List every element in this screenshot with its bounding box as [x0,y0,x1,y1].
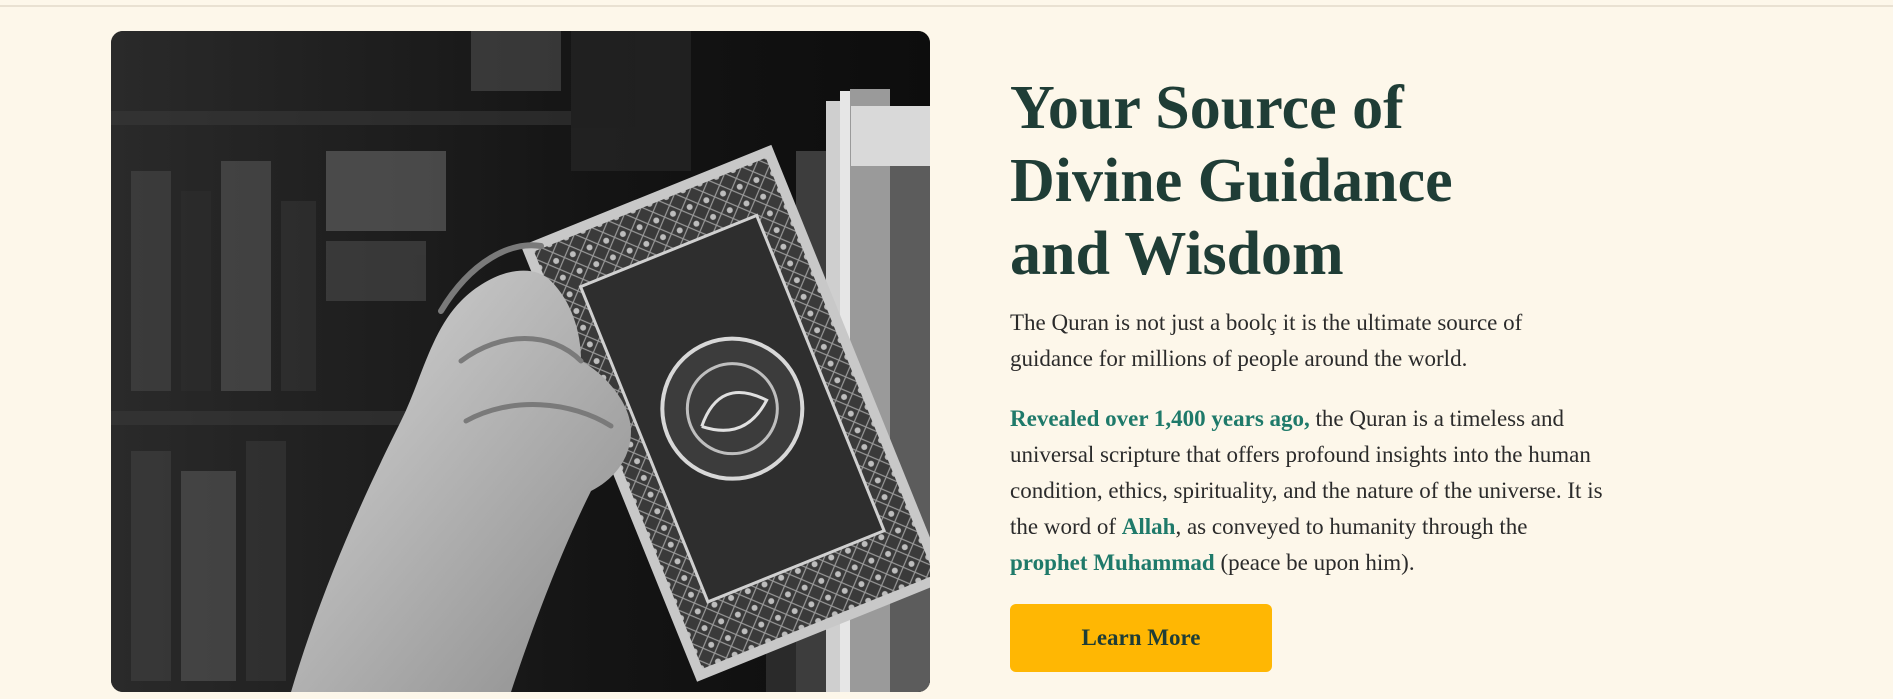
highlight-allah: Allah [1121,514,1176,539]
title-line-1: Your Source of [1010,74,1404,142]
header-divider [0,5,1893,7]
details-paragraph: Revealed over 1,400 years ago, the Quran… [1010,401,1610,581]
title-line-2: Divine Guidance [1010,147,1453,215]
details-text-3: (peace be upon him). [1214,550,1415,575]
highlight-revealed: Revealed over 1,400 years ago, [1010,406,1310,431]
intro-paragraph: The Quran is not just a boolç it is the … [1010,310,1523,371]
learn-more-button[interactable]: Learn More [1010,604,1272,672]
details-text-2: , as conveyed to humanity through the [1175,514,1528,539]
title-line-3: and Wisdom [1010,220,1344,288]
page-title: Your Source of Divine Guidance and Wisdo… [1010,72,1610,291]
hero-image [111,31,930,692]
hero-content: Your Source of Divine Guidance and Wisdo… [1010,72,1610,672]
highlight-prophet: prophet Muhammad [1010,550,1215,575]
